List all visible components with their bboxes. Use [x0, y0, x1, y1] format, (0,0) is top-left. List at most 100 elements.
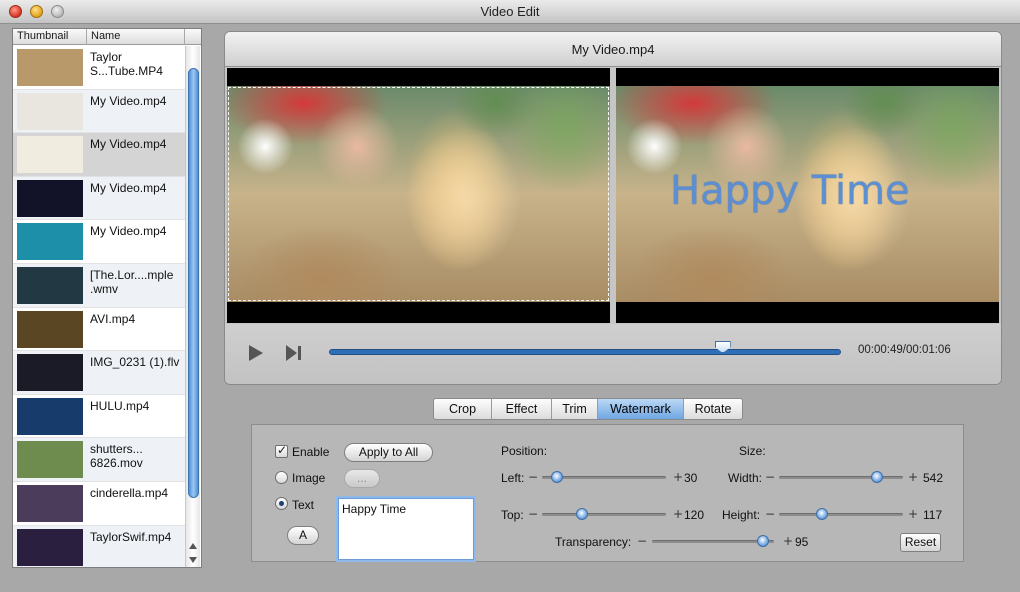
scroll-up-arrow-icon[interactable] — [189, 543, 197, 549]
width-value: 542 — [923, 471, 944, 485]
tab-effect[interactable]: Effect — [492, 399, 552, 419]
width-plus-icon[interactable]: + — [908, 470, 918, 484]
file-list-item[interactable]: AVI.mp4 — [13, 307, 185, 352]
tab-watermark[interactable]: Watermark — [598, 399, 684, 419]
image-label: Image — [292, 471, 326, 485]
width-slider[interactable] — [779, 471, 903, 483]
height-label: Height: — [722, 508, 761, 522]
file-name: AVI.mp4 — [90, 311, 136, 326]
left-plus-icon[interactable]: + — [673, 470, 683, 484]
file-list-panel: Thumbnail Name Taylor S...Tube.MP4 My Vid… — [12, 28, 202, 568]
file-list-item[interactable]: HULU.mp4 — [13, 394, 185, 439]
preview-panel: My Video.mp4 Happy Time 00:00:49/00:01:0… — [224, 31, 1002, 385]
size-label: Size: — [739, 444, 766, 458]
file-list-item[interactable]: My Video.mp4 — [13, 133, 185, 177]
video-thumbnail — [17, 136, 83, 174]
file-list-item[interactable]: My Video.mp4 — [13, 220, 185, 264]
file-list-item[interactable]: TaylorSwif.mp4 — [13, 525, 185, 567]
video-thumbnail — [17, 92, 83, 130]
video-thumbnail — [17, 397, 83, 435]
file-list-item[interactable]: [The.Lor....mple .wmv — [13, 263, 185, 308]
file-name: IMG_0231 (1).flv — [90, 355, 180, 370]
video-thumbnail — [17, 223, 83, 261]
timeline-slider[interactable] — [329, 341, 841, 355]
top-plus-icon[interactable]: + — [673, 507, 683, 521]
tab-crop[interactable]: Crop — [434, 399, 492, 419]
width-slider-knob[interactable] — [870, 471, 883, 483]
watermark-text-input[interactable]: Happy Time — [338, 498, 474, 560]
top-minus-icon[interactable]: − — [528, 507, 538, 521]
edit-tabs: Crop Effect Trim Watermark Rotate — [433, 398, 743, 420]
file-name: TaylorSwif.mp4 — [90, 529, 172, 544]
width-label: Width: — [728, 471, 763, 485]
video-thumbnail — [17, 354, 83, 392]
file-list-item[interactable]: My Video.mp4 — [13, 176, 185, 221]
text-label: Text — [292, 498, 315, 512]
apply-to-all-button[interactable]: Apply to All — [344, 443, 433, 462]
top-slider[interactable] — [542, 508, 666, 520]
transparency-minus-icon[interactable]: − — [637, 534, 647, 548]
play-icon[interactable] — [249, 345, 263, 361]
video-thumbnail — [17, 179, 83, 217]
transparency-plus-icon[interactable]: + — [783, 534, 793, 548]
position-label: Position: — [501, 444, 548, 458]
tab-trim[interactable]: Trim — [552, 399, 598, 419]
video-thumbnail — [17, 441, 83, 479]
column-header-name[interactable]: Name — [91, 30, 120, 42]
file-name: My Video.mp4 — [90, 93, 167, 108]
file-name: My Video.mp4 — [90, 180, 167, 195]
browse-image-button[interactable]: ... — [344, 469, 380, 488]
left-slider[interactable] — [542, 471, 666, 483]
height-slider-knob[interactable] — [815, 508, 828, 520]
file-name: [The.Lor....mple .wmv — [90, 267, 174, 296]
left-minus-icon[interactable]: − — [528, 470, 538, 484]
left-value: 30 — [684, 471, 698, 485]
original-video-view[interactable] — [227, 68, 610, 323]
app-window: Video Edit Thumbnail Name Taylor S...Tub… — [0, 0, 1020, 592]
height-minus-icon[interactable]: − — [765, 507, 775, 521]
file-name: shutters... 6826.mov — [90, 442, 143, 471]
output-video-view: Happy Time — [616, 68, 999, 323]
file-list-scrollbar[interactable] — [185, 46, 200, 567]
enable-checkbox[interactable] — [275, 443, 288, 458]
file-name: Taylor S...Tube.MP4 — [90, 50, 163, 78]
next-frame-icon[interactable] — [286, 345, 302, 361]
file-list-item[interactable]: cinderella.mp4 — [13, 481, 185, 526]
file-name: My Video.mp4 — [90, 224, 167, 239]
left-slider-knob[interactable] — [550, 471, 563, 483]
video-thumbnail — [17, 484, 83, 522]
video-thumbnail — [17, 266, 83, 304]
transparency-value: 95 — [795, 535, 809, 549]
transparency-slider-knob[interactable] — [756, 535, 769, 547]
file-list-item[interactable]: Taylor S...Tube.MP4 — [13, 46, 185, 90]
playback-controls: 00:00:49/00:01:06 — [225, 324, 1001, 384]
width-minus-icon[interactable]: − — [765, 470, 775, 484]
file-list-item[interactable]: IMG_0231 (1).flv — [13, 351, 185, 395]
image-radio[interactable] — [275, 471, 288, 484]
height-slider[interactable] — [779, 508, 903, 520]
text-radio[interactable] — [275, 497, 288, 510]
video-thumbnail — [17, 49, 83, 86]
reset-button[interactable]: Reset — [900, 533, 941, 552]
file-name: HULU.mp4 — [90, 398, 150, 413]
file-list-item[interactable]: My Video.mp4 — [13, 89, 185, 134]
column-divider — [184, 29, 185, 45]
tab-rotate[interactable]: Rotate — [684, 399, 742, 419]
time-readout: 00:00:49/00:01:06 — [858, 344, 951, 356]
height-plus-icon[interactable]: + — [908, 507, 918, 521]
file-name: My Video.mp4 — [90, 137, 167, 152]
video-frame-output: Happy Time — [616, 86, 999, 302]
title-bar: Video Edit — [0, 0, 1020, 24]
transparency-slider[interactable] — [652, 535, 774, 547]
column-header-thumbnail[interactable]: Thumbnail — [17, 30, 68, 42]
timeline-playhead[interactable] — [714, 341, 731, 353]
top-label: Top: — [501, 508, 524, 522]
font-button[interactable]: A — [287, 526, 319, 545]
enable-label: Enable — [292, 445, 330, 459]
scrollbar-thumb[interactable] — [188, 68, 199, 498]
scroll-down-arrow-icon[interactable] — [189, 557, 197, 563]
file-list-header: Thumbnail Name — [13, 29, 201, 45]
top-slider-knob[interactable] — [575, 508, 588, 520]
file-list-item[interactable]: shutters... 6826.mov — [13, 438, 185, 482]
video-thumbnail — [17, 310, 83, 348]
